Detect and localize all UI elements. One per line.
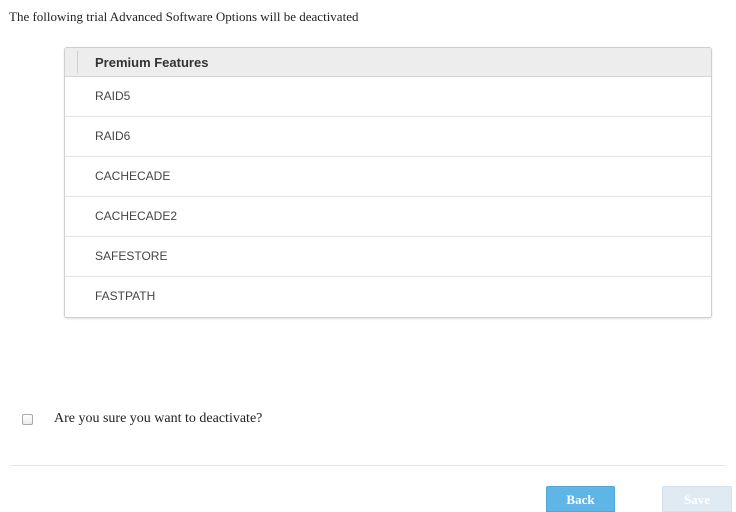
column-header-premium-features[interactable]: Premium Features bbox=[95, 55, 208, 70]
intro-text: The following trial Advanced Software Op… bbox=[9, 9, 359, 24]
table-row[interactable]: FASTPATH bbox=[65, 277, 711, 317]
table-row[interactable]: RAID6 bbox=[65, 117, 711, 157]
back-button[interactable]: Back bbox=[546, 486, 615, 512]
feature-name: SAFESTORE bbox=[95, 249, 168, 263]
feature-list: RAID5 RAID6 CACHECADE CACHECADE2 SAFESTO… bbox=[65, 77, 711, 317]
confirm-deactivate-checkbox[interactable] bbox=[22, 413, 33, 425]
table-row[interactable]: RAID5 bbox=[65, 77, 711, 117]
table-header: Premium Features bbox=[65, 48, 711, 77]
feature-name: RAID6 bbox=[95, 129, 131, 143]
confirm-deactivate-label[interactable]: Are you sure you want to deactivate? bbox=[54, 411, 262, 427]
confirm-deactivate-row: Are you sure you want to deactivate? bbox=[22, 411, 262, 427]
table-row[interactable]: CACHECADE bbox=[65, 157, 711, 197]
save-button[interactable]: Save bbox=[662, 486, 732, 512]
table-row[interactable]: CACHECADE2 bbox=[65, 197, 711, 237]
feature-name: FASTPATH bbox=[95, 289, 156, 303]
header-column-divider bbox=[77, 51, 78, 73]
feature-name: RAID5 bbox=[95, 89, 131, 103]
premium-features-table: Premium Features RAID5 RAID6 CACHECADE C… bbox=[64, 47, 712, 318]
feature-name: CACHECADE bbox=[95, 169, 171, 183]
table-row[interactable]: SAFESTORE bbox=[65, 237, 711, 277]
footer-divider bbox=[10, 465, 726, 466]
feature-name: CACHECADE2 bbox=[95, 209, 178, 223]
